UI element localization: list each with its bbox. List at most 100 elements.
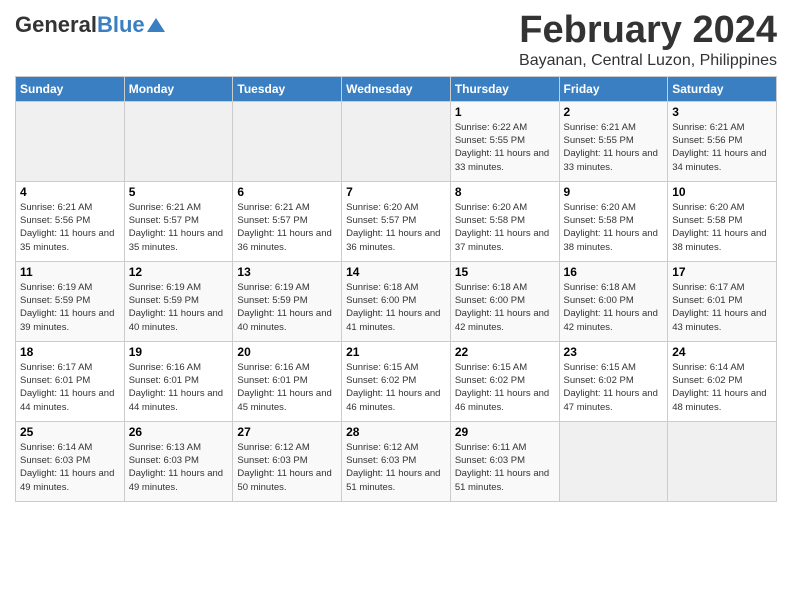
table-row: 5 Sunrise: 6:21 AM Sunset: 5:57 PM Daylig… (124, 181, 233, 261)
day-number: 2 (564, 105, 664, 119)
day-number: 11 (20, 265, 120, 279)
day-info: Sunrise: 6:18 AM Sunset: 6:00 PM Dayligh… (455, 281, 555, 334)
header-monday: Monday (124, 76, 233, 101)
day-info: Sunrise: 6:19 AM Sunset: 5:59 PM Dayligh… (129, 281, 229, 334)
calendar-table: Sunday Monday Tuesday Wednesday Thursday… (15, 76, 777, 502)
table-row: 8 Sunrise: 6:20 AM Sunset: 5:58 PM Daylig… (450, 181, 559, 261)
calendar-header-row: Sunday Monday Tuesday Wednesday Thursday… (16, 76, 777, 101)
day-number: 13 (237, 265, 337, 279)
table-row: 1Sunrise: 6:22 AM Sunset: 5:55 PM Daylig… (450, 101, 559, 181)
table-row: 26 Sunrise: 6:13 AM Sunset: 6:03 PM Dayli… (124, 421, 233, 501)
day-number: 27 (237, 425, 337, 439)
day-number: 7 (346, 185, 446, 199)
table-row: 19Sunrise: 6:16 AM Sunset: 6:01 PM Dayli… (124, 341, 233, 421)
day-info: Sunrise: 6:16 AM Sunset: 6:01 PM Dayligh… (129, 361, 229, 414)
day-info: Sunrise: 6:15 AM Sunset: 6:02 PM Dayligh… (346, 361, 446, 414)
table-row: 24Sunrise: 6:14 AM Sunset: 6:02 PM Dayli… (668, 341, 777, 421)
table-row: 14 Sunrise: 6:18 AM Sunset: 6:00 PM Dayli… (342, 261, 451, 341)
day-info: Sunrise: 6:18 AM Sunset: 6:00 PM Dayligh… (346, 281, 446, 334)
logo-icon (147, 18, 165, 32)
logo-general: General (15, 12, 97, 37)
location-title: Bayanan, Central Luzon, Philippines (519, 52, 777, 70)
header-wednesday: Wednesday (342, 76, 451, 101)
table-row (668, 421, 777, 501)
day-info: Sunrise: 6:21 AM Sunset: 5:57 PM Dayligh… (129, 201, 229, 254)
day-info: Sunrise: 6:15 AM Sunset: 6:02 PM Dayligh… (564, 361, 664, 414)
day-info: Sunrise: 6:14 AM Sunset: 6:03 PM Dayligh… (20, 441, 120, 494)
title-section: February 2024 Bayanan, Central Luzon, Ph… (519, 10, 777, 70)
day-number: 4 (20, 185, 120, 199)
table-row (16, 101, 125, 181)
header-saturday: Saturday (668, 76, 777, 101)
table-row: 7Sunrise: 6:20 AM Sunset: 5:57 PM Daylig… (342, 181, 451, 261)
day-number: 6 (237, 185, 337, 199)
day-info: Sunrise: 6:21 AM Sunset: 5:57 PM Dayligh… (237, 201, 337, 254)
day-info: Sunrise: 6:12 AM Sunset: 6:03 PM Dayligh… (346, 441, 446, 494)
day-info: Sunrise: 6:17 AM Sunset: 6:01 PM Dayligh… (672, 281, 772, 334)
logo: GeneralBlue (15, 14, 165, 36)
day-info: Sunrise: 6:15 AM Sunset: 6:02 PM Dayligh… (455, 361, 555, 414)
table-row: 15Sunrise: 6:18 AM Sunset: 6:00 PM Dayli… (450, 261, 559, 341)
day-number: 5 (129, 185, 229, 199)
day-number: 26 (129, 425, 229, 439)
day-info: Sunrise: 6:18 AM Sunset: 6:00 PM Dayligh… (564, 281, 664, 334)
table-row (233, 101, 342, 181)
table-row: 3 Sunrise: 6:21 AM Sunset: 5:56 PM Daylig… (668, 101, 777, 181)
day-info: Sunrise: 6:14 AM Sunset: 6:02 PM Dayligh… (672, 361, 772, 414)
day-number: 25 (20, 425, 120, 439)
day-info: Sunrise: 6:20 AM Sunset: 5:58 PM Dayligh… (455, 201, 555, 254)
header-friday: Friday (559, 76, 668, 101)
header-sunday: Sunday (16, 76, 125, 101)
logo-blue: Blue (97, 12, 145, 37)
table-row: 18 Sunrise: 6:17 AM Sunset: 6:01 PM Dayli… (16, 341, 125, 421)
table-row: 17 Sunrise: 6:17 AM Sunset: 6:01 PM Dayli… (668, 261, 777, 341)
table-row: 25 Sunrise: 6:14 AM Sunset: 6:03 PM Dayli… (16, 421, 125, 501)
table-row: 10 Sunrise: 6:20 AM Sunset: 5:58 PM Dayli… (668, 181, 777, 261)
week-row-2: 11 Sunrise: 6:19 AM Sunset: 5:59 PM Dayli… (16, 261, 777, 341)
table-row: 11 Sunrise: 6:19 AM Sunset: 5:59 PM Dayli… (16, 261, 125, 341)
day-number: 12 (129, 265, 229, 279)
day-info: Sunrise: 6:20 AM Sunset: 5:58 PM Dayligh… (564, 201, 664, 254)
day-number: 3 (672, 105, 772, 119)
table-row: 29 Sunrise: 6:11 AM Sunset: 6:03 PM Dayli… (450, 421, 559, 501)
day-number: 8 (455, 185, 555, 199)
day-number: 18 (20, 345, 120, 359)
day-number: 1 (455, 105, 555, 119)
table-row: 20 Sunrise: 6:16 AM Sunset: 6:01 PM Dayli… (233, 341, 342, 421)
table-row: 27Sunrise: 6:12 AM Sunset: 6:03 PM Dayli… (233, 421, 342, 501)
header-tuesday: Tuesday (233, 76, 342, 101)
day-number: 20 (237, 345, 337, 359)
table-row (559, 421, 668, 501)
day-number: 22 (455, 345, 555, 359)
table-row: 23 Sunrise: 6:15 AM Sunset: 6:02 PM Dayli… (559, 341, 668, 421)
day-info: Sunrise: 6:21 AM Sunset: 5:56 PM Dayligh… (672, 121, 772, 174)
day-number: 28 (346, 425, 446, 439)
table-row: 28 Sunrise: 6:12 AM Sunset: 6:03 PM Dayli… (342, 421, 451, 501)
month-title: February 2024 (519, 10, 777, 52)
table-row (124, 101, 233, 181)
table-row: 21Sunrise: 6:15 AM Sunset: 6:02 PM Dayli… (342, 341, 451, 421)
week-row-3: 18 Sunrise: 6:17 AM Sunset: 6:01 PM Dayli… (16, 341, 777, 421)
day-number: 29 (455, 425, 555, 439)
day-number: 17 (672, 265, 772, 279)
day-info: Sunrise: 6:19 AM Sunset: 5:59 PM Dayligh… (20, 281, 120, 334)
day-number: 10 (672, 185, 772, 199)
day-number: 9 (564, 185, 664, 199)
day-info: Sunrise: 6:16 AM Sunset: 6:01 PM Dayligh… (237, 361, 337, 414)
day-info: Sunrise: 6:11 AM Sunset: 6:03 PM Dayligh… (455, 441, 555, 494)
day-info: Sunrise: 6:20 AM Sunset: 5:58 PM Dayligh… (672, 201, 772, 254)
day-info: Sunrise: 6:19 AM Sunset: 5:59 PM Dayligh… (237, 281, 337, 334)
logo-text: GeneralBlue (15, 14, 145, 36)
day-number: 23 (564, 345, 664, 359)
table-row: 16Sunrise: 6:18 AM Sunset: 6:00 PM Dayli… (559, 261, 668, 341)
week-row-1: 4Sunrise: 6:21 AM Sunset: 5:56 PM Daylig… (16, 181, 777, 261)
day-info: Sunrise: 6:13 AM Sunset: 6:03 PM Dayligh… (129, 441, 229, 494)
table-row: 12 Sunrise: 6:19 AM Sunset: 5:59 PM Dayli… (124, 261, 233, 341)
table-row: 22 Sunrise: 6:15 AM Sunset: 6:02 PM Dayli… (450, 341, 559, 421)
table-row: 2 Sunrise: 6:21 AM Sunset: 5:55 PM Daylig… (559, 101, 668, 181)
header: GeneralBlue February 2024 Bayanan, Centr… (15, 10, 777, 70)
day-info: Sunrise: 6:17 AM Sunset: 6:01 PM Dayligh… (20, 361, 120, 414)
day-number: 14 (346, 265, 446, 279)
day-info: Sunrise: 6:21 AM Sunset: 5:55 PM Dayligh… (564, 121, 664, 174)
table-row: 13 Sunrise: 6:19 AM Sunset: 5:59 PM Dayli… (233, 261, 342, 341)
